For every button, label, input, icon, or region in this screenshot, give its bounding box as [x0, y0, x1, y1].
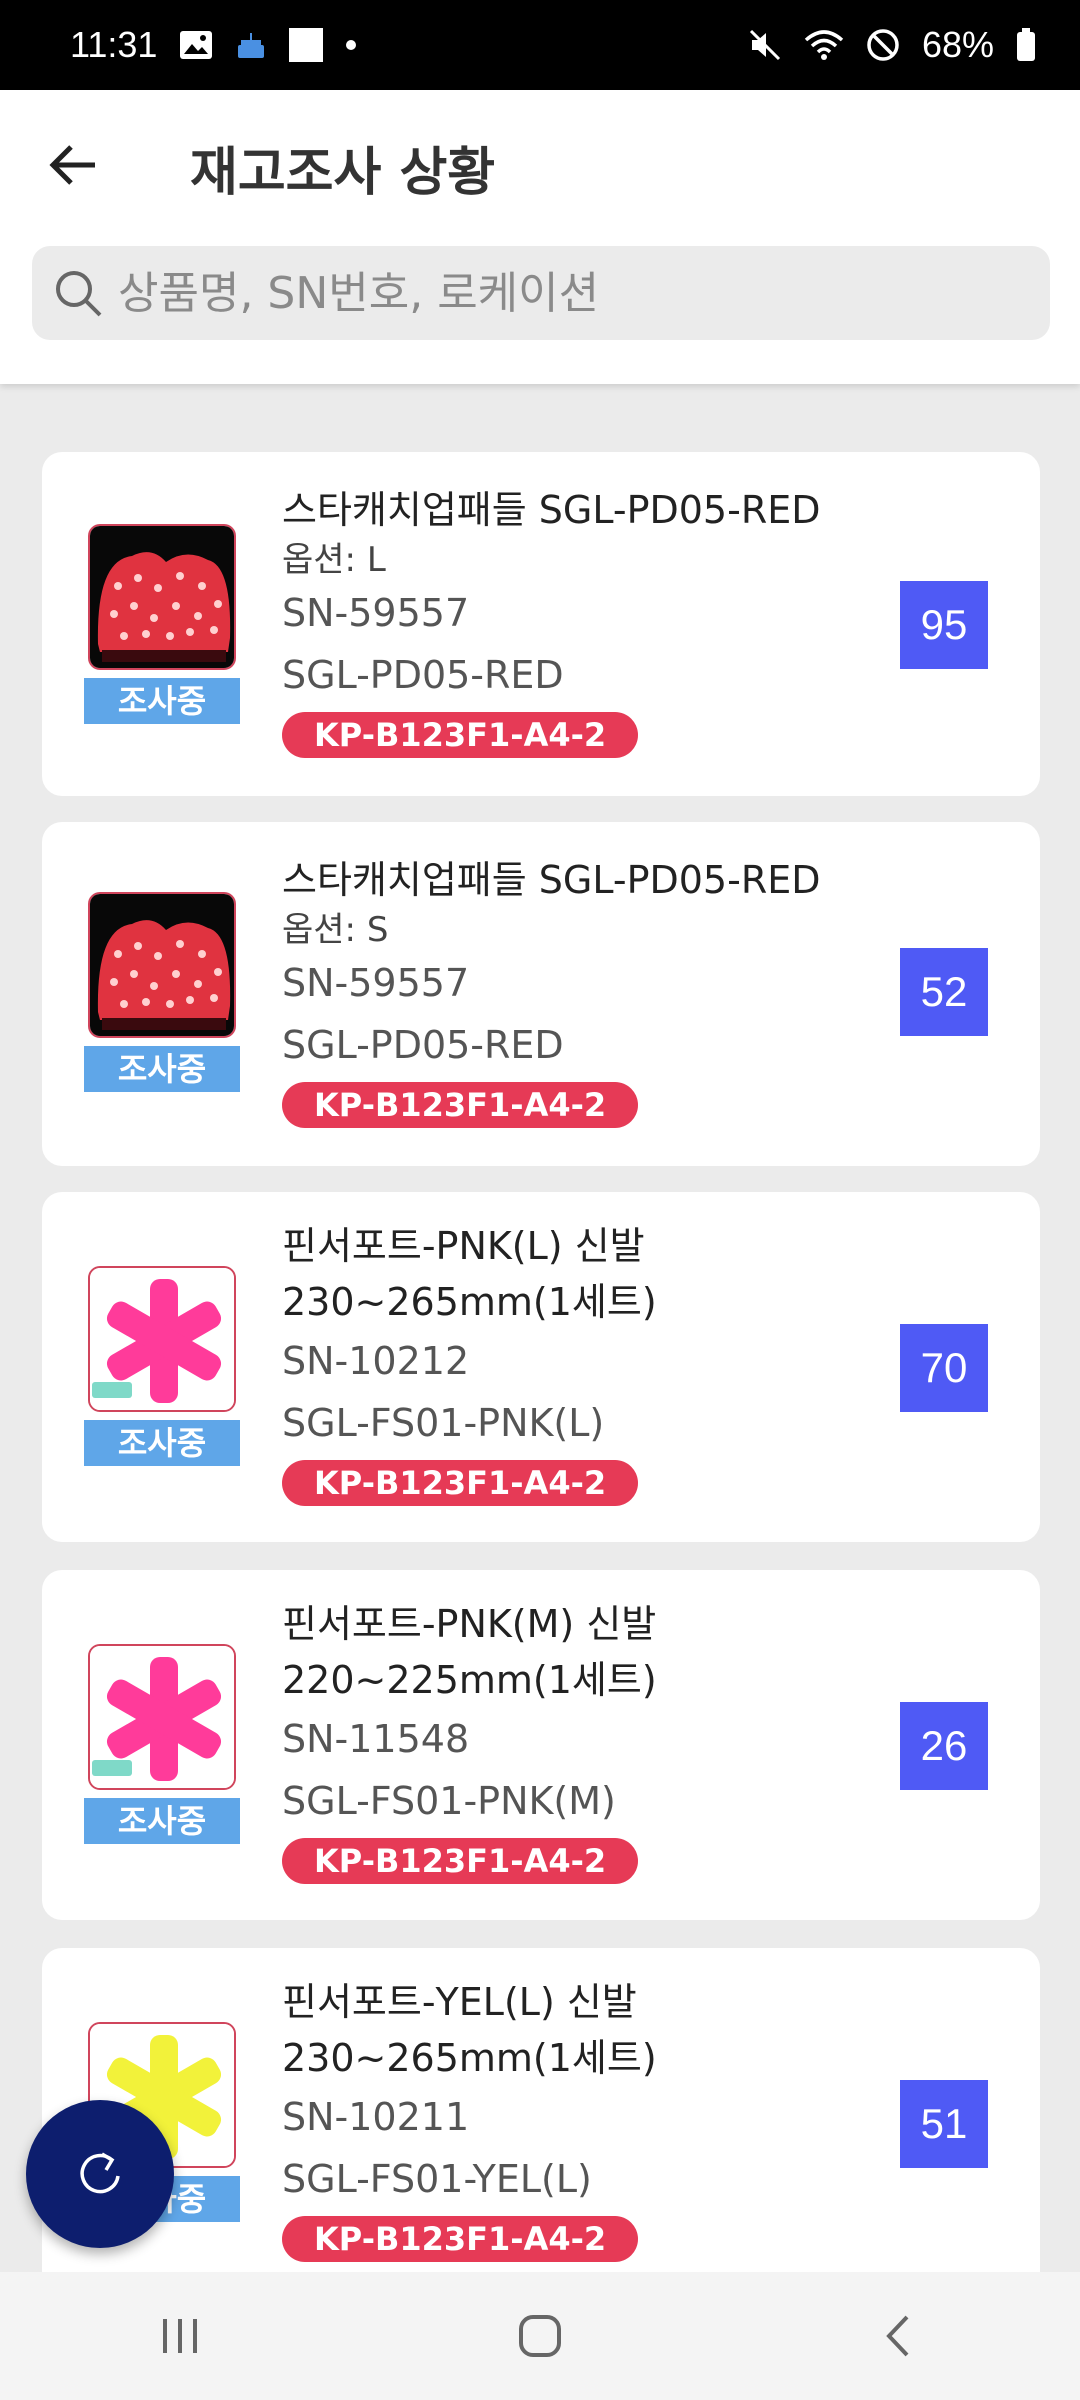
quantity-box[interactable]: 26 [900, 1702, 988, 1790]
item-name-size: 230~265mm(1세트) [282, 2036, 657, 2080]
status-badge: 조사중 [84, 1420, 240, 1466]
quantity-box[interactable]: 52 [900, 948, 988, 1036]
item-name-size: 230~265mm(1세트) [282, 1280, 657, 1324]
pink-pin-support-image [88, 1644, 236, 1790]
back-button[interactable] [40, 132, 106, 198]
item-code: SGL-FS01-PNK(M) [282, 1779, 616, 1823]
status-time: 11:31 [70, 24, 158, 65]
location-badge: KP-B123F1-A4-2 [282, 1838, 639, 1884]
location-badge: KP-B123F1-A4-2 [282, 1082, 639, 1128]
quantity-box[interactable]: 51 [900, 2080, 988, 2168]
red-paddle-image [88, 892, 236, 1038]
status-badge: 조사중 [84, 1046, 240, 1092]
back-nav-button[interactable] [840, 2286, 960, 2386]
list-item[interactable]: 조사중 핀서포트-PNK(M) 신발 220~225mm(1세트) SN-115… [42, 1570, 1040, 1920]
home-icon [519, 2315, 561, 2357]
search-bar[interactable] [32, 246, 1050, 340]
list-item[interactable]: 조사중 핀서포트-PNK(L) 신발 230~265mm(1세트) SN-102… [42, 1192, 1040, 1542]
white-square-icon [289, 28, 324, 62]
home-button[interactable] [480, 2286, 600, 2386]
item-sn: SN-59557 [282, 591, 470, 635]
page-title: 재고조사 상황 [190, 143, 496, 203]
back-chevron-icon [886, 2315, 909, 2357]
mute-icon [748, 28, 782, 62]
recent-apps-icon [163, 2319, 197, 2353]
item-option: 옵션: S [282, 910, 389, 950]
item-name-size: 220~225mm(1세트) [282, 1658, 657, 1702]
item-sn: SN-10211 [282, 2095, 470, 2139]
location-badge: KP-B123F1-A4-2 [282, 712, 639, 758]
system-nav-bar [0, 2272, 1080, 2400]
pink-pin-support-image [88, 1266, 236, 1412]
item-option: 옵션: L [282, 540, 386, 580]
search-icon [56, 271, 102, 317]
item-sn: SN-59557 [282, 961, 470, 1005]
item-name: 스타캐치업패들 SGL-PD05-RED [282, 858, 821, 902]
item-code: SGL-PD05-RED [282, 1023, 564, 1067]
gallery-icon [179, 30, 213, 60]
location-badge: KP-B123F1-A4-2 [282, 1460, 639, 1506]
status-badge: 조사중 [84, 678, 240, 724]
item-name: 스타캐치업패들 SGL-PD05-RED [282, 488, 821, 532]
item-sn: SN-11548 [282, 1717, 470, 1761]
app-header: 재고조사 상황 [0, 90, 1080, 384]
recent-apps-button[interactable] [120, 2286, 240, 2386]
wifi-icon [804, 28, 844, 62]
search-input[interactable] [118, 267, 1018, 319]
item-code: SGL-PD05-RED [282, 653, 564, 697]
do-not-disturb-icon [866, 28, 900, 62]
list-item[interactable]: 조사중 스타캐치업패들 SGL-PD05-RED 옵션: L SN-59557 … [42, 452, 1040, 796]
quantity-box[interactable]: 95 [900, 581, 988, 669]
battery-percent: 68% [921, 24, 994, 65]
back-arrow-icon [49, 145, 95, 185]
cake-icon [235, 29, 267, 61]
item-name: 핀서포트-PNK(L) 신발 [282, 1224, 645, 1268]
status-bar: 11:31 68% [0, 0, 1080, 90]
item-name: 핀서포트-YEL(L) 신발 [282, 1980, 637, 2024]
red-paddle-image [88, 524, 236, 670]
refresh-button[interactable] [26, 2100, 174, 2248]
item-name: 핀서포트-PNK(M) 신발 [282, 1602, 657, 1646]
notification-dot-icon [345, 39, 357, 51]
location-badge: KP-B123F1-A4-2 [282, 2216, 639, 2262]
list-item[interactable]: 조사중 핀서포트-YEL(L) 신발 230~265mm(1세트) SN-102… [42, 1948, 1040, 2298]
refresh-icon [80, 2152, 120, 2194]
item-sn: SN-10212 [282, 1339, 470, 1383]
battery-icon [1016, 28, 1036, 62]
list-item[interactable]: 조사중 스타캐치업패들 SGL-PD05-RED 옵션: S SN-59557 … [42, 822, 1040, 1166]
item-code: SGL-FS01-PNK(L) [282, 1401, 605, 1445]
item-code: SGL-FS01-YEL(L) [282, 2157, 592, 2201]
quantity-box[interactable]: 70 [900, 1324, 988, 1412]
status-badge: 조사중 [84, 1798, 240, 1844]
